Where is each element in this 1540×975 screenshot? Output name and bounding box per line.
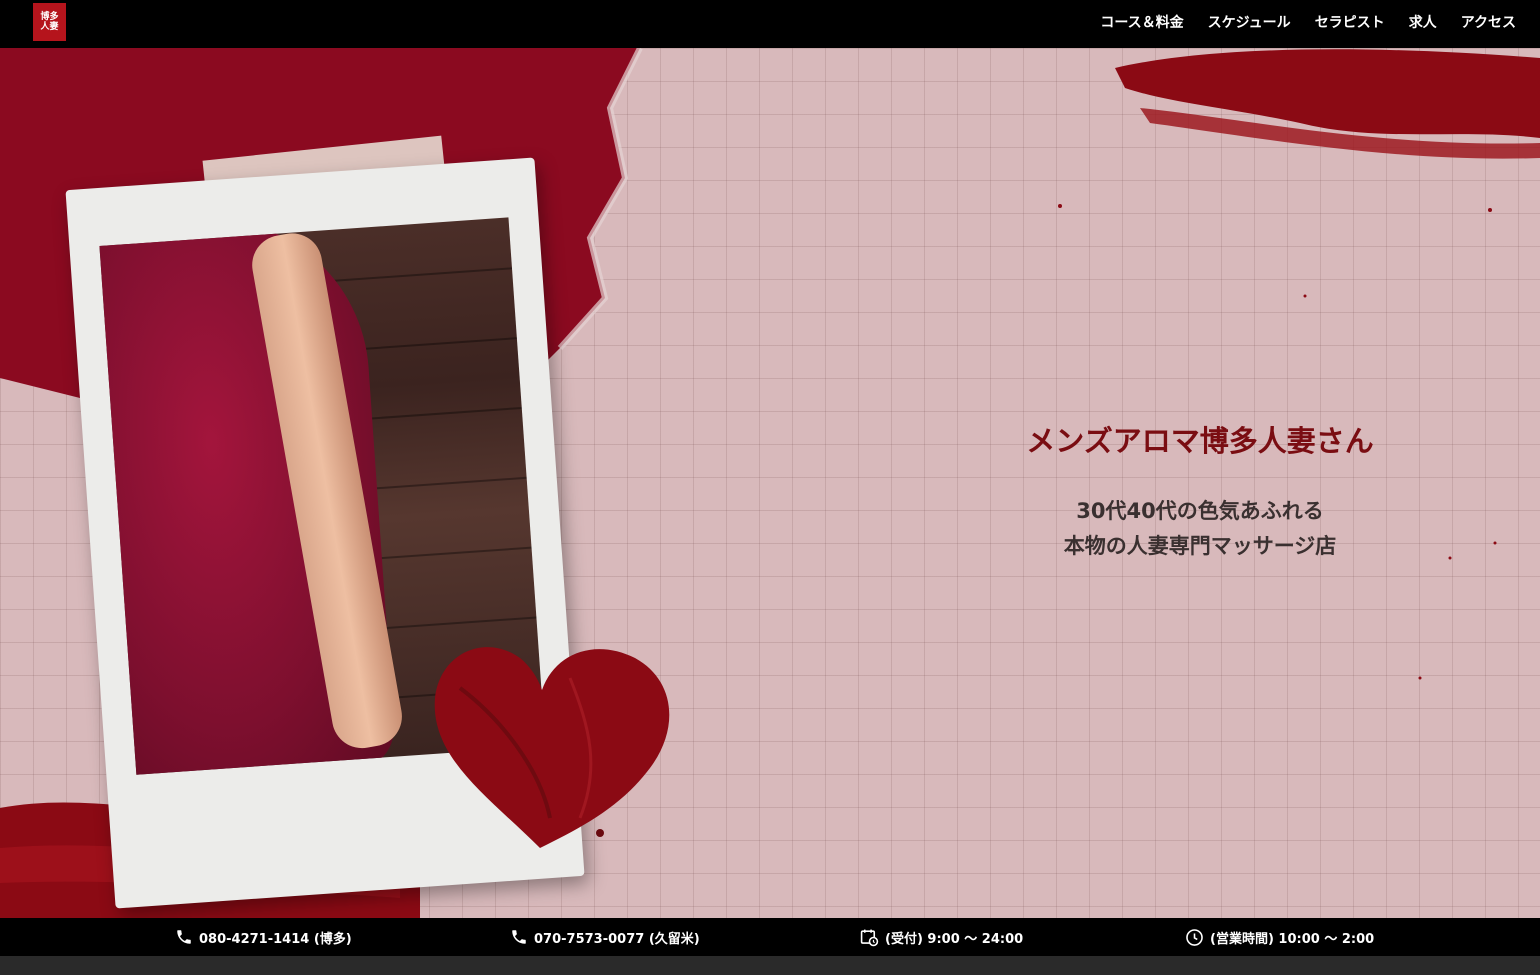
hero-text-block: メンズアロマ博多人妻さん 30代40代の色気あふれる 本物の人妻専門マッサージ店	[940, 418, 1460, 564]
nav-item-access[interactable]: アクセス	[1461, 12, 1516, 32]
phone-hakata-text: 080-4271-1414 (博多)	[199, 931, 352, 947]
nav-item-course[interactable]: コース＆料金	[1100, 12, 1183, 32]
business-hours: (営業時間) 10:00 〜 2:00	[1185, 918, 1374, 956]
tagline-line-1: 30代40代の色気あふれる	[1076, 499, 1324, 523]
calendar-clock-icon	[860, 929, 879, 946]
reception-hours-text: (受付) 9:00 〜 24:00	[885, 931, 1024, 947]
site-header: 博多 人妻 コース＆料金 スケジュール セラピスト 求人 アクセス	[0, 0, 1540, 48]
tagline-line-2: 本物の人妻専門マッサージ店	[1063, 534, 1337, 558]
nav-item-recruit[interactable]: 求人	[1409, 12, 1437, 32]
main-nav: コース＆料金 スケジュール セラピスト 求人 アクセス	[1100, 0, 1516, 44]
logo-line-1: 博多	[40, 12, 59, 22]
bottom-strip	[0, 956, 1540, 975]
contact-info-bar: 080-4271-1414 (博多) 070-7573-0077 (久留米) (…	[0, 918, 1540, 956]
reception-hours: (受付) 9:00 〜 24:00	[860, 918, 1023, 956]
phone-hakata[interactable]: 080-4271-1414 (博多)	[175, 918, 352, 956]
heart-icon	[434, 647, 670, 848]
clock-icon	[1186, 928, 1203, 946]
logo-line-2: 人妻	[40, 22, 59, 32]
phone-icon	[177, 930, 191, 944]
hero-tagline: 30代40代の色気あふれる 本物の人妻専門マッサージ店	[940, 494, 1460, 564]
phone-kurume-text: 070-7573-0077 (久留米)	[534, 931, 700, 947]
business-hours-text: (営業時間) 10:00 〜 2:00	[1210, 931, 1375, 947]
site-logo[interactable]: 博多 人妻	[33, 3, 66, 41]
hero-title: メンズアロマ博多人妻さん	[1026, 424, 1374, 458]
phone-icon	[512, 930, 526, 944]
hero-section: メンズアロマ博多人妻さん 30代40代の色気あふれる 本物の人妻専門マッサージ店	[0, 48, 1540, 918]
nav-item-schedule[interactable]: スケジュール	[1208, 12, 1291, 32]
phone-kurume[interactable]: 070-7573-0077 (久留米)	[510, 918, 700, 956]
nav-item-therapist[interactable]: セラピスト	[1315, 12, 1385, 32]
